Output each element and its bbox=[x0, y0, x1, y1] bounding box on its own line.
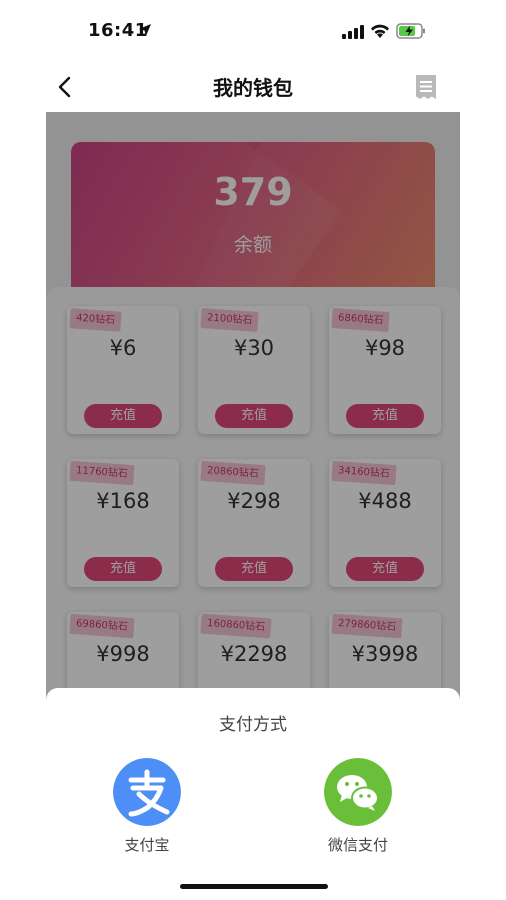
receipt-list-icon[interactable] bbox=[414, 74, 438, 100]
alipay-icon[interactable] bbox=[113, 758, 181, 826]
payment-option-alipay[interactable]: 支付宝 bbox=[92, 758, 202, 858]
wifi-icon bbox=[371, 24, 389, 38]
status-bar: 16:41 bbox=[0, 0, 506, 62]
payment-option-label: 支付宝 bbox=[124, 836, 170, 854]
location-arrow-icon bbox=[139, 24, 151, 36]
payment-sheet: 支付方式 支付宝 微信支付 bbox=[46, 688, 460, 900]
nav-bar: 我的钱包 bbox=[0, 62, 506, 112]
cellular-signal-icon bbox=[342, 25, 364, 39]
payment-option-label: 微信支付 bbox=[327, 836, 388, 854]
payment-option-wechat[interactable]: 微信支付 bbox=[303, 758, 413, 858]
payment-sheet-title: 支付方式 bbox=[219, 715, 287, 735]
home-indicator[interactable] bbox=[180, 884, 328, 889]
battery-charging-icon bbox=[396, 23, 425, 39]
wechat-icon[interactable] bbox=[324, 758, 392, 826]
